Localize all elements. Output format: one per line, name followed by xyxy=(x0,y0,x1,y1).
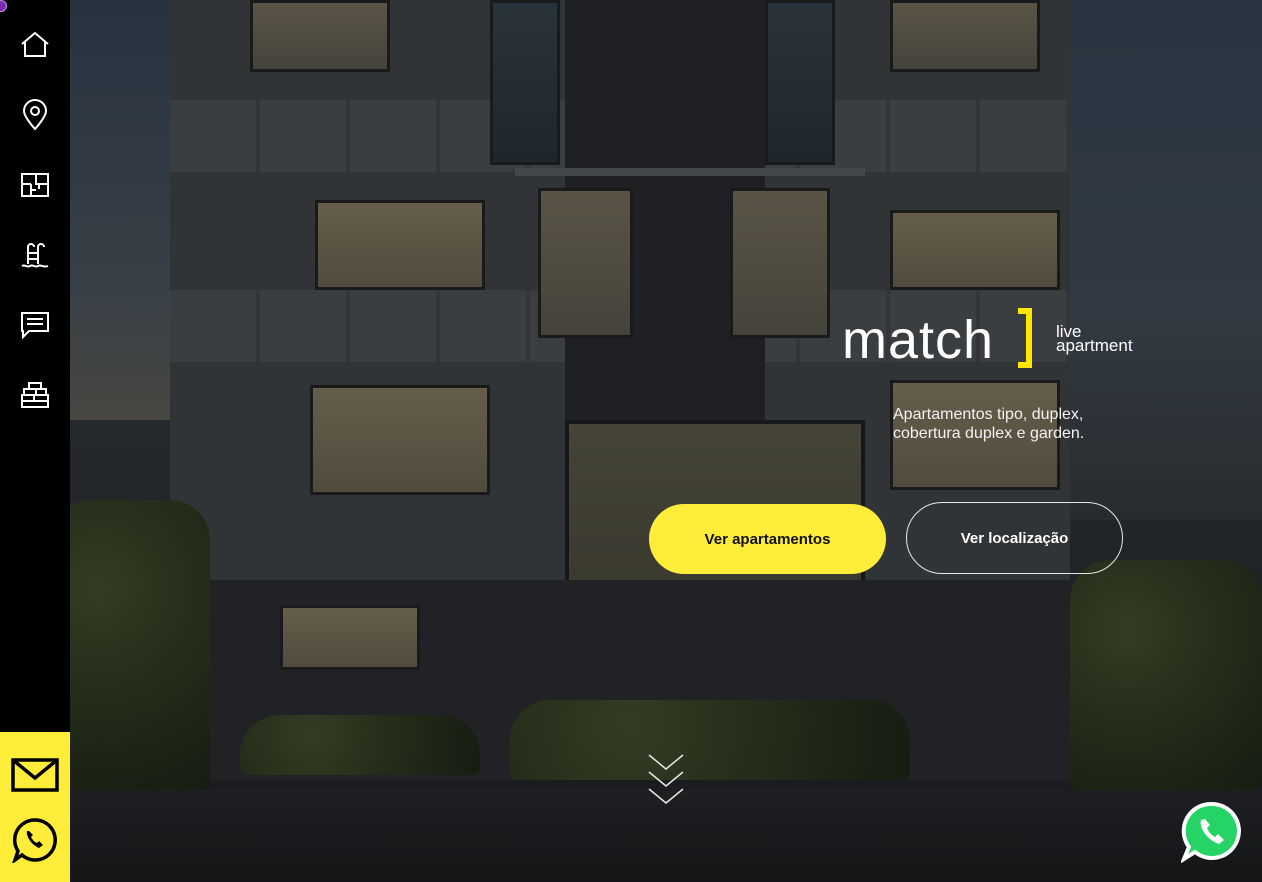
floor-plan-icon xyxy=(21,173,49,197)
home-icon xyxy=(21,31,49,57)
logo-wordmark: match xyxy=(842,310,995,370)
chevrons-down-icon[interactable] xyxy=(646,752,686,806)
view-location-button[interactable]: Ver localização xyxy=(906,502,1123,574)
contact-box xyxy=(0,732,70,882)
location-pin-icon xyxy=(22,99,48,131)
bricks-icon xyxy=(21,382,49,408)
sidebar xyxy=(0,0,70,882)
whatsapp-floating-button[interactable] xyxy=(1179,801,1243,865)
whatsapp-contact-button[interactable] xyxy=(0,805,70,875)
chat-icon xyxy=(21,312,49,340)
pool-ladder-icon xyxy=(21,243,49,268)
hero-tagline: Apartamentos tipo, duplex, cobertura dup… xyxy=(893,405,1153,443)
whatsapp-icon xyxy=(12,818,57,863)
nav-floor-plans[interactable] xyxy=(0,150,70,220)
match-logo: match live apartment xyxy=(842,306,1152,376)
whatsapp-icon xyxy=(1179,801,1241,865)
logo-sub-apartment: apartment xyxy=(1056,336,1133,355)
nav-leisure[interactable] xyxy=(0,220,70,290)
tagline-line: Apartamentos tipo, duplex, xyxy=(893,406,1084,423)
nav-contact[interactable] xyxy=(0,290,70,360)
view-apartments-button[interactable]: Ver apartamentos xyxy=(649,504,886,574)
nav-construction[interactable] xyxy=(0,360,70,430)
email-button[interactable] xyxy=(0,740,70,810)
tagline-line: cobertura duplex e garden. xyxy=(893,425,1085,442)
logo-bracket xyxy=(1018,308,1032,368)
nav-home[interactable] xyxy=(0,10,70,80)
mail-icon xyxy=(11,758,59,792)
nav-location[interactable] xyxy=(0,80,70,150)
